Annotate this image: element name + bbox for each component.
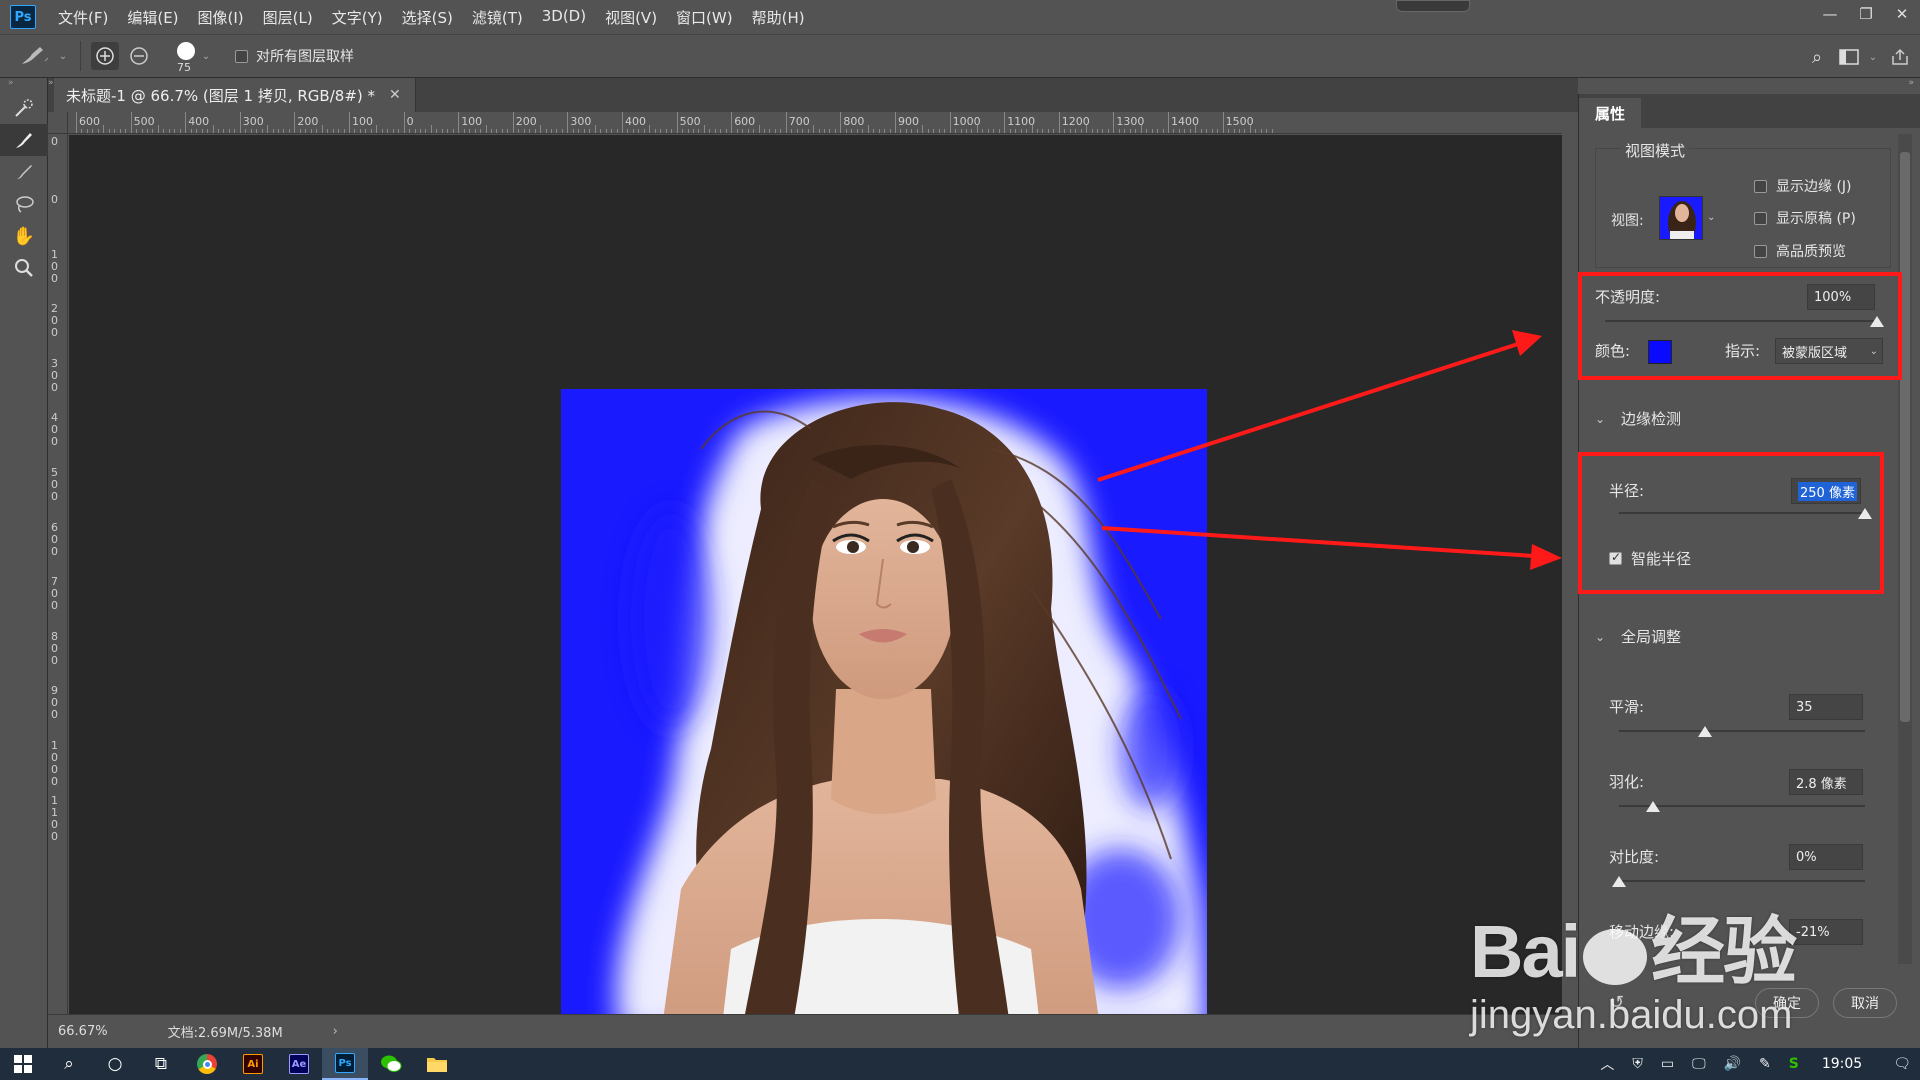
security-shield-icon[interactable]: ⛨ bbox=[1632, 1056, 1643, 1072]
file-explorer-icon[interactable] bbox=[414, 1048, 460, 1080]
after-effects-icon[interactable]: Ae bbox=[276, 1048, 322, 1080]
baidu-jingyan-watermark: Bai 经验 jingyan.baidu.com bbox=[1470, 910, 1797, 1038]
wechat-icon[interactable] bbox=[368, 1048, 414, 1080]
system-tray: ︿ ⛨ ▭ 🖵 🔊 ✎ S 19:05 🗨 bbox=[1591, 1048, 1920, 1080]
network-icon[interactable]: 🖵 bbox=[1692, 1056, 1706, 1072]
volume-icon[interactable]: 🔊 bbox=[1724, 1056, 1741, 1072]
illustrator-icon[interactable]: Ai bbox=[230, 1048, 276, 1080]
notification-icon[interactable]: 🗨 bbox=[1893, 1056, 1911, 1072]
pen-icon[interactable]: ✎ bbox=[1759, 1056, 1771, 1072]
watermark-logo: Bai 经验 bbox=[1470, 910, 1797, 993]
annotation-arrow bbox=[1097, 330, 1542, 482]
clock[interactable]: 19:05 bbox=[1822, 1056, 1862, 1072]
task-view-icon[interactable]: ⧉ bbox=[138, 1048, 184, 1080]
battery-icon[interactable]: ▭ bbox=[1661, 1056, 1674, 1072]
chrome-icon[interactable] bbox=[184, 1048, 230, 1080]
tray-expand-icon[interactable]: ︿ bbox=[1600, 1054, 1614, 1074]
windows-start-icon[interactable] bbox=[0, 1048, 46, 1080]
cortana-icon[interactable]: ○ bbox=[92, 1048, 138, 1080]
sogou-ime-icon[interactable]: S bbox=[1789, 1056, 1799, 1072]
photoshop-taskbar-icon[interactable]: Ps bbox=[322, 1048, 368, 1080]
search-icon[interactable]: ⌕ bbox=[46, 1048, 92, 1080]
annotation-arrow bbox=[1101, 526, 1562, 570]
watermark-url: jingyan.baidu.com bbox=[1470, 993, 1793, 1037]
windows-taskbar: ⌕ ○ ⧉ Ai Ae Ps ︿ ⛨ ▭ 🖵 🔊 ✎ S 19:05 🗨 bbox=[0, 1048, 1920, 1080]
